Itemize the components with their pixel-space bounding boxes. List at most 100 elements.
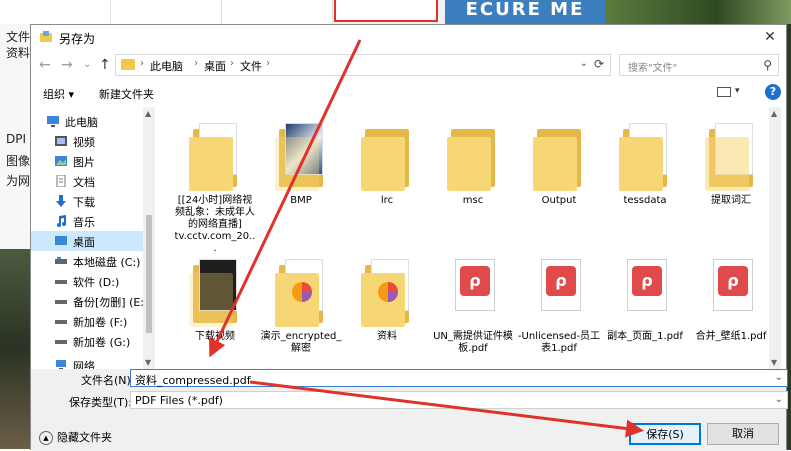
address-dropdown-icon[interactable]: ⌄ — [580, 58, 588, 69]
help-icon[interactable]: ? — [765, 84, 781, 100]
background-text: 图像 — [6, 154, 31, 168]
command-toolbar: 组织 ▾ 新建文件夹 ▾ ? — [31, 81, 786, 105]
computer-icon — [47, 116, 59, 127]
scrollbar-thumb[interactable] — [146, 215, 152, 333]
sidebar-item-drive-e[interactable]: 备份[勿删] (E:) — [31, 291, 155, 311]
sidebar-item-label: 下载 — [73, 196, 95, 209]
address-bar[interactable]: › 此电脑 › 桌面 › 文件 › ⌄ ⟳ — [115, 54, 611, 76]
background-cell — [111, 0, 222, 24]
file-item[interactable]: lrc — [345, 119, 429, 207]
refresh-icon[interactable]: ⟳ — [594, 57, 604, 71]
filename-dropdown-icon[interactable]: ⌄ — [775, 372, 783, 383]
scroll-up-icon[interactable]: ▲ — [145, 109, 151, 118]
file-item[interactable]: tessdata — [603, 119, 687, 207]
file-item[interactable]: ρ -Unlicensed-员工表1.pdf — [517, 255, 601, 355]
background-banner: ECURE ME — [445, 0, 605, 24]
file-item[interactable]: 演示_encrypted_解密 — [259, 255, 343, 355]
file-list: [[24小时]网络视频乱象：未成年人的网络直播] tv.cctv.com_20.… — [159, 107, 769, 369]
file-item[interactable]: BMP — [259, 119, 343, 207]
sidebar-item-drive-c[interactable]: 本地磁盘 (C:) — [31, 251, 155, 271]
music-icon — [57, 215, 66, 227]
collapse-icon: ▲ — [39, 431, 53, 445]
sidebar-item-label: 桌面 — [73, 236, 95, 249]
video-folder-icon — [187, 255, 243, 327]
sidebar-item-network[interactable]: 网络 — [31, 355, 155, 369]
sidebar-item-music[interactable]: 音乐 — [31, 211, 155, 231]
filename-input[interactable]: 资料_compressed.pdf ⌄ — [130, 369, 788, 387]
file-name: 演示_encrypted_解密 — [260, 331, 342, 354]
file-item[interactable]: [[24小时]网络视频乱象：未成年人的网络直播] tv.cctv.com_20.… — [173, 119, 257, 255]
background-text: 资料 — [6, 46, 31, 60]
annotation-highlight-box — [334, 0, 438, 22]
scroll-up-icon[interactable]: ▲ — [771, 109, 777, 118]
document-icon — [56, 175, 66, 187]
file-item[interactable]: ρ 合并_壁纸1.pdf — [689, 255, 769, 343]
sidebar-item-this-pc[interactable]: 此电脑 — [31, 111, 155, 131]
folder-icon — [617, 119, 673, 191]
file-item[interactable]: ρ 副本_页面_1.pdf — [603, 255, 687, 343]
file-item[interactable]: Output — [517, 119, 601, 207]
file-item[interactable]: ρ UN_需提供证件模板.pdf — [431, 255, 515, 355]
file-item[interactable]: msc — [431, 119, 515, 207]
up-arrow-icon[interactable]: ↑ — [99, 57, 111, 73]
sidebar-item-desktop[interactable]: 桌面 — [31, 231, 155, 251]
search-input[interactable]: 搜索"文件" ⚲ — [619, 54, 779, 76]
background-text: DPI — [6, 132, 27, 146]
sidebar-item-drive-g[interactable]: 新加卷 (G:) — [31, 331, 155, 351]
file-name: 合并_壁纸1.pdf — [695, 331, 767, 342]
sidebar-scrollbar[interactable]: ▲ ▼ — [143, 107, 155, 369]
filename-label: 文件名(N): — [81, 374, 135, 387]
filetype-value: PDF Files (*.pdf) — [135, 394, 223, 407]
new-folder-button[interactable]: 新建文件夹 — [99, 86, 154, 102]
sidebar-item-drive-d[interactable]: 软件 (D:) — [31, 271, 155, 291]
desktop-icon — [55, 236, 67, 245]
scroll-down-icon[interactable]: ▼ — [771, 358, 777, 367]
sidebar-item-label: 新加卷 (F:) — [73, 316, 128, 329]
navigation-bar: ← → ⌄ ↑ › 此电脑 › 桌面 › 文件 › ⌄ ⟳ 搜索"文件" ⚲ — [31, 53, 786, 79]
breadcrumb-separator: › — [194, 58, 198, 69]
breadcrumb-separator: › — [140, 58, 144, 69]
pdf-file-icon: ρ — [703, 255, 759, 327]
save-fields: 文件名(N): 资料_compressed.pdf ⌄ 保存类型(T): PDF… — [31, 369, 788, 409]
recent-locations-dropdown-icon[interactable]: ⌄ — [83, 59, 91, 70]
sidebar-item-documents[interactable]: 文档 — [31, 171, 155, 191]
organize-button[interactable]: 组织 ▾ — [43, 86, 74, 102]
sidebar-item-downloads[interactable]: 下载 — [31, 191, 155, 211]
picture-icon — [55, 156, 67, 166]
file-name: UN_需提供证件模板.pdf — [433, 331, 513, 354]
search-icon[interactable]: ⚲ — [763, 58, 772, 72]
sidebar-item-drive-f[interactable]: 新加卷 (F:) — [31, 311, 155, 331]
file-name: -Unlicensed-员工表1.pdf — [517, 331, 601, 354]
filetype-select[interactable]: PDF Files (*.pdf) ⌄ — [130, 391, 788, 409]
close-icon[interactable]: ✕ — [760, 27, 780, 47]
file-item[interactable]: 下载视频 — [173, 255, 257, 343]
view-dropdown-icon[interactable]: ▾ — [735, 86, 740, 96]
save-button[interactable]: 保存(S) — [629, 423, 701, 445]
forward-arrow-icon[interactable]: → — [61, 57, 73, 73]
back-arrow-icon[interactable]: ← — [39, 57, 51, 73]
sidebar-item-videos[interactable]: 视频 — [31, 131, 155, 151]
drive-icon — [55, 257, 67, 264]
file-list-scrollbar[interactable]: ▲ ▼ — [769, 107, 781, 369]
sidebar-item-label: 文档 — [73, 176, 95, 189]
hide-folders-toggle[interactable]: ▲ 隐藏文件夹 — [39, 429, 112, 445]
file-item[interactable]: 资料 — [345, 255, 429, 343]
cancel-button[interactable]: 取消 — [707, 423, 779, 445]
document-folder-icon — [703, 119, 759, 191]
scroll-down-icon[interactable]: ▼ — [145, 358, 151, 367]
file-name: 下载视频 — [195, 331, 235, 342]
sidebar-item-label: 本地磁盘 (C:) — [73, 256, 141, 269]
breadcrumb-desktop[interactable]: 桌面 — [204, 58, 226, 74]
filetype-dropdown-icon[interactable]: ⌄ — [775, 394, 783, 405]
file-name: 资料 — [377, 331, 397, 342]
breadcrumb-this-pc[interactable]: 此电脑 — [150, 58, 183, 74]
background-text: 为网 — [6, 174, 31, 188]
folder-icon — [187, 119, 243, 191]
sidebar-item-pictures[interactable]: 图片 — [31, 151, 155, 171]
pdf-file-icon: ρ — [445, 255, 501, 327]
sidebar-item-label: 新加卷 (G:) — [73, 336, 131, 349]
file-name: msc — [462, 195, 484, 206]
breadcrumb-files[interactable]: 文件 — [240, 58, 262, 74]
file-item[interactable]: 提取词汇 — [689, 119, 769, 207]
view-options-icon[interactable] — [717, 87, 731, 97]
